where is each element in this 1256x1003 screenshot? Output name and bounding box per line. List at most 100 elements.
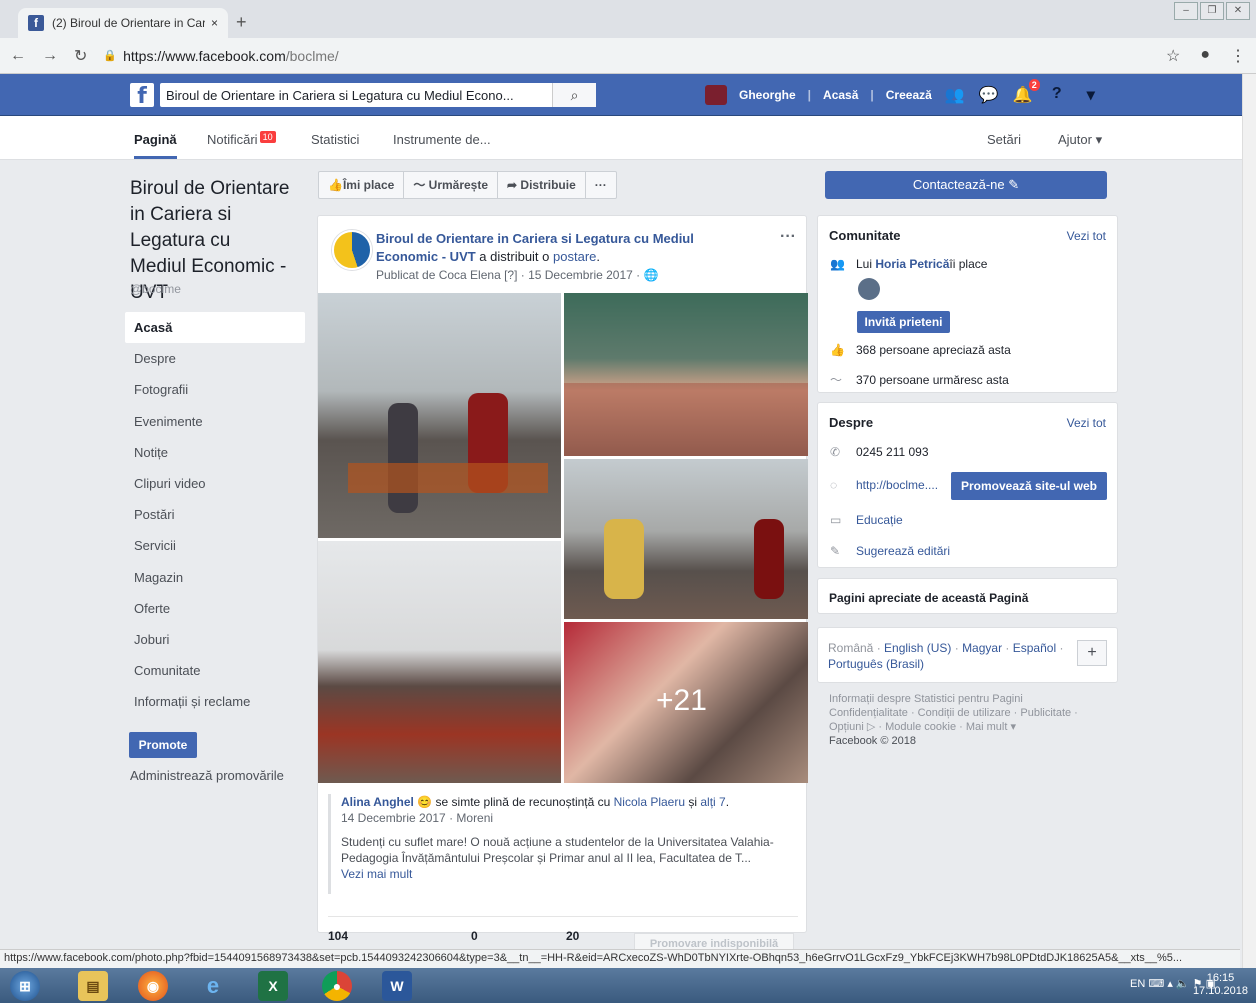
bookmark-star-icon[interactable]: ☆ — [1166, 46, 1180, 66]
new-tab-button[interactable]: + — [236, 12, 247, 33]
contact-us-button[interactable]: Contactează-ne ✎ — [825, 171, 1107, 199]
promote-button[interactable]: Promote — [129, 732, 197, 758]
volume-icon[interactable]: 🔈 — [1176, 978, 1193, 990]
language-indicator[interactable]: EN — [1130, 978, 1145, 990]
sidebar-item[interactable]: Magazin — [125, 562, 305, 593]
photo[interactable] — [564, 459, 808, 619]
firefox-icon[interactable]: ◉ — [138, 971, 168, 1001]
clock[interactable]: 16:15 17.10.2018 — [1193, 972, 1248, 998]
word-icon[interactable]: W — [382, 971, 412, 1001]
tab-settings[interactable]: Setări — [987, 132, 1021, 147]
tagged-others-link[interactable]: alți 7 — [700, 795, 725, 809]
like-button[interactable]: 👍Îmi place — [319, 172, 405, 198]
home-link[interactable]: Acasă — [823, 88, 858, 102]
shared-author-link[interactable]: Alina Anghel — [341, 795, 414, 809]
friend-link[interactable]: Horia Petrică — [875, 257, 949, 271]
notifications-icon[interactable]: 🔔 2 — [1012, 79, 1040, 105]
post-link[interactable]: postare — [553, 249, 596, 264]
friend-avatar[interactable] — [858, 278, 880, 300]
language-link[interactable]: English (US) — [884, 641, 951, 655]
language-link[interactable]: Español — [1013, 641, 1056, 655]
keyboard-icon[interactable]: ⌨ — [1148, 978, 1167, 990]
internet-explorer-icon[interactable]: e — [198, 971, 228, 1001]
menu-icon[interactable]: ⋮ — [1230, 46, 1246, 66]
tab-close-icon[interactable]: × — [211, 16, 218, 30]
page-action-bar: 👍Îmi place 〜 Urmărește ➦ Distribuie ··· — [318, 171, 617, 199]
photo[interactable] — [564, 293, 808, 456]
sidebar-item[interactable]: Oferte — [125, 593, 305, 624]
messenger-icon[interactable]: 💬 — [978, 85, 1000, 105]
facebook-logo-icon[interactable]: f — [130, 83, 154, 109]
category-link[interactable]: Educație — [856, 513, 903, 527]
footer-line[interactable]: Opțiuni ▷ · Module cookie · Mai mult ▾ — [829, 720, 1109, 734]
address-bar[interactable]: https://www.facebook.com/boclme/ — [123, 48, 339, 64]
sidebar-item[interactable]: Postări — [125, 499, 305, 530]
forward-icon[interactable]: → — [42, 47, 58, 65]
start-button-icon[interactable]: ⊞ — [10, 971, 40, 1001]
suggest-edits-link[interactable]: Sugerează editări — [856, 544, 950, 558]
lock-icon: 🔒 — [103, 50, 118, 62]
language-link[interactable]: Magyar — [962, 641, 1002, 655]
excel-icon[interactable]: X — [258, 971, 288, 1001]
back-icon[interactable]: ← — [10, 47, 26, 65]
scrollbar[interactable] — [1242, 74, 1256, 968]
reload-icon[interactable]: ↻ — [74, 46, 87, 66]
photo[interactable] — [318, 293, 561, 538]
tab-publishing-tools[interactable]: Instrumente de... — [393, 132, 491, 147]
footer-line[interactable]: Confidențialitate · Condiții de utilizar… — [829, 706, 1109, 720]
sidebar-item[interactable]: Acasă — [125, 312, 305, 344]
browser-tab[interactable]: f (2) Biroul de Orientare in Cariera × — [18, 8, 228, 38]
tray-up-arrow-icon[interactable]: ▴ — [1167, 978, 1176, 990]
see-more-link[interactable]: Vezi mai mult — [341, 866, 798, 882]
website-link[interactable]: http://boclme.... — [856, 478, 938, 492]
profile-icon[interactable]: ● — [1200, 46, 1210, 66]
sidebar-item[interactable]: Evenimente — [125, 406, 305, 437]
file-explorer-icon[interactable]: ▤ — [78, 971, 108, 1001]
search-input[interactable]: Biroul de Orientare in Cariera si Legatu… — [160, 83, 596, 107]
help-icon[interactable]: ? — [1046, 85, 1068, 105]
sidebar-item[interactable]: Servicii — [125, 530, 305, 561]
liked-pages-title[interactable]: Pagini apreciate de această Pagină — [829, 591, 1028, 605]
profile-link[interactable]: Gheorghe — [739, 88, 796, 102]
invite-friends-button[interactable]: Invită prieteni — [857, 311, 950, 333]
sidebar-item[interactable]: Joburi — [125, 624, 305, 655]
footer-line[interactable]: Informații despre Statistici pentru Pagi… — [829, 692, 1109, 706]
manage-promotions-link[interactable]: Administrează promovările — [130, 768, 284, 783]
tab-help[interactable]: Ajutor ▾ — [1058, 132, 1102, 148]
tab-notifications[interactable]: Notificări 10 — [207, 131, 276, 147]
more-button[interactable]: ··· — [586, 172, 616, 198]
create-link[interactable]: Creează — [886, 88, 932, 102]
page-logo[interactable] — [332, 230, 372, 270]
more-languages-button[interactable]: + — [1077, 640, 1107, 666]
language-link[interactable]: Português (Brasil) — [828, 657, 924, 671]
search-icon[interactable]: ⌕ — [552, 83, 596, 107]
photo-grid: +21 — [318, 293, 808, 783]
category-icon: ▭ — [830, 513, 842, 527]
photo[interactable] — [318, 541, 561, 783]
sidebar-item[interactable]: Clipuri video — [125, 468, 305, 499]
close-window-icon[interactable]: ✕ — [1226, 2, 1250, 20]
tab-insights[interactable]: Statistici — [311, 132, 359, 147]
tagged-person-link[interactable]: Nicola Plaeru — [614, 795, 685, 809]
window-controls: – ❐ ✕ — [1174, 2, 1250, 20]
minimize-icon[interactable]: – — [1174, 2, 1198, 20]
follow-button[interactable]: 〜 Urmărește — [404, 172, 499, 198]
sidebar-item[interactable]: Informații și reclame — [125, 686, 305, 717]
share-button[interactable]: ➦ Distribuie — [498, 172, 586, 198]
sidebar-item[interactable]: Notițe — [125, 437, 305, 468]
sidebar-item[interactable]: Despre — [125, 343, 305, 374]
promote-website-button[interactable]: Promovează site-ul web — [951, 472, 1107, 500]
restore-icon[interactable]: ❐ — [1200, 2, 1224, 20]
community-see-all[interactable]: Vezi tot — [1067, 229, 1106, 243]
about-see-all[interactable]: Vezi tot — [1067, 416, 1106, 430]
avatar[interactable] — [705, 85, 727, 105]
sidebar-item[interactable]: Fotografii — [125, 374, 305, 405]
photo[interactable]: +21 — [564, 622, 808, 783]
grateful-emoji-icon: 😊 — [417, 795, 433, 809]
tab-page[interactable]: Pagină — [134, 132, 177, 159]
post-options-icon[interactable]: ··· — [780, 228, 796, 246]
chrome-icon[interactable]: ● — [322, 971, 352, 1001]
friend-requests-icon[interactable]: 👥 — [944, 85, 966, 105]
sidebar-item[interactable]: Comunitate — [125, 655, 305, 686]
account-menu-icon[interactable]: ▾ — [1080, 85, 1102, 105]
